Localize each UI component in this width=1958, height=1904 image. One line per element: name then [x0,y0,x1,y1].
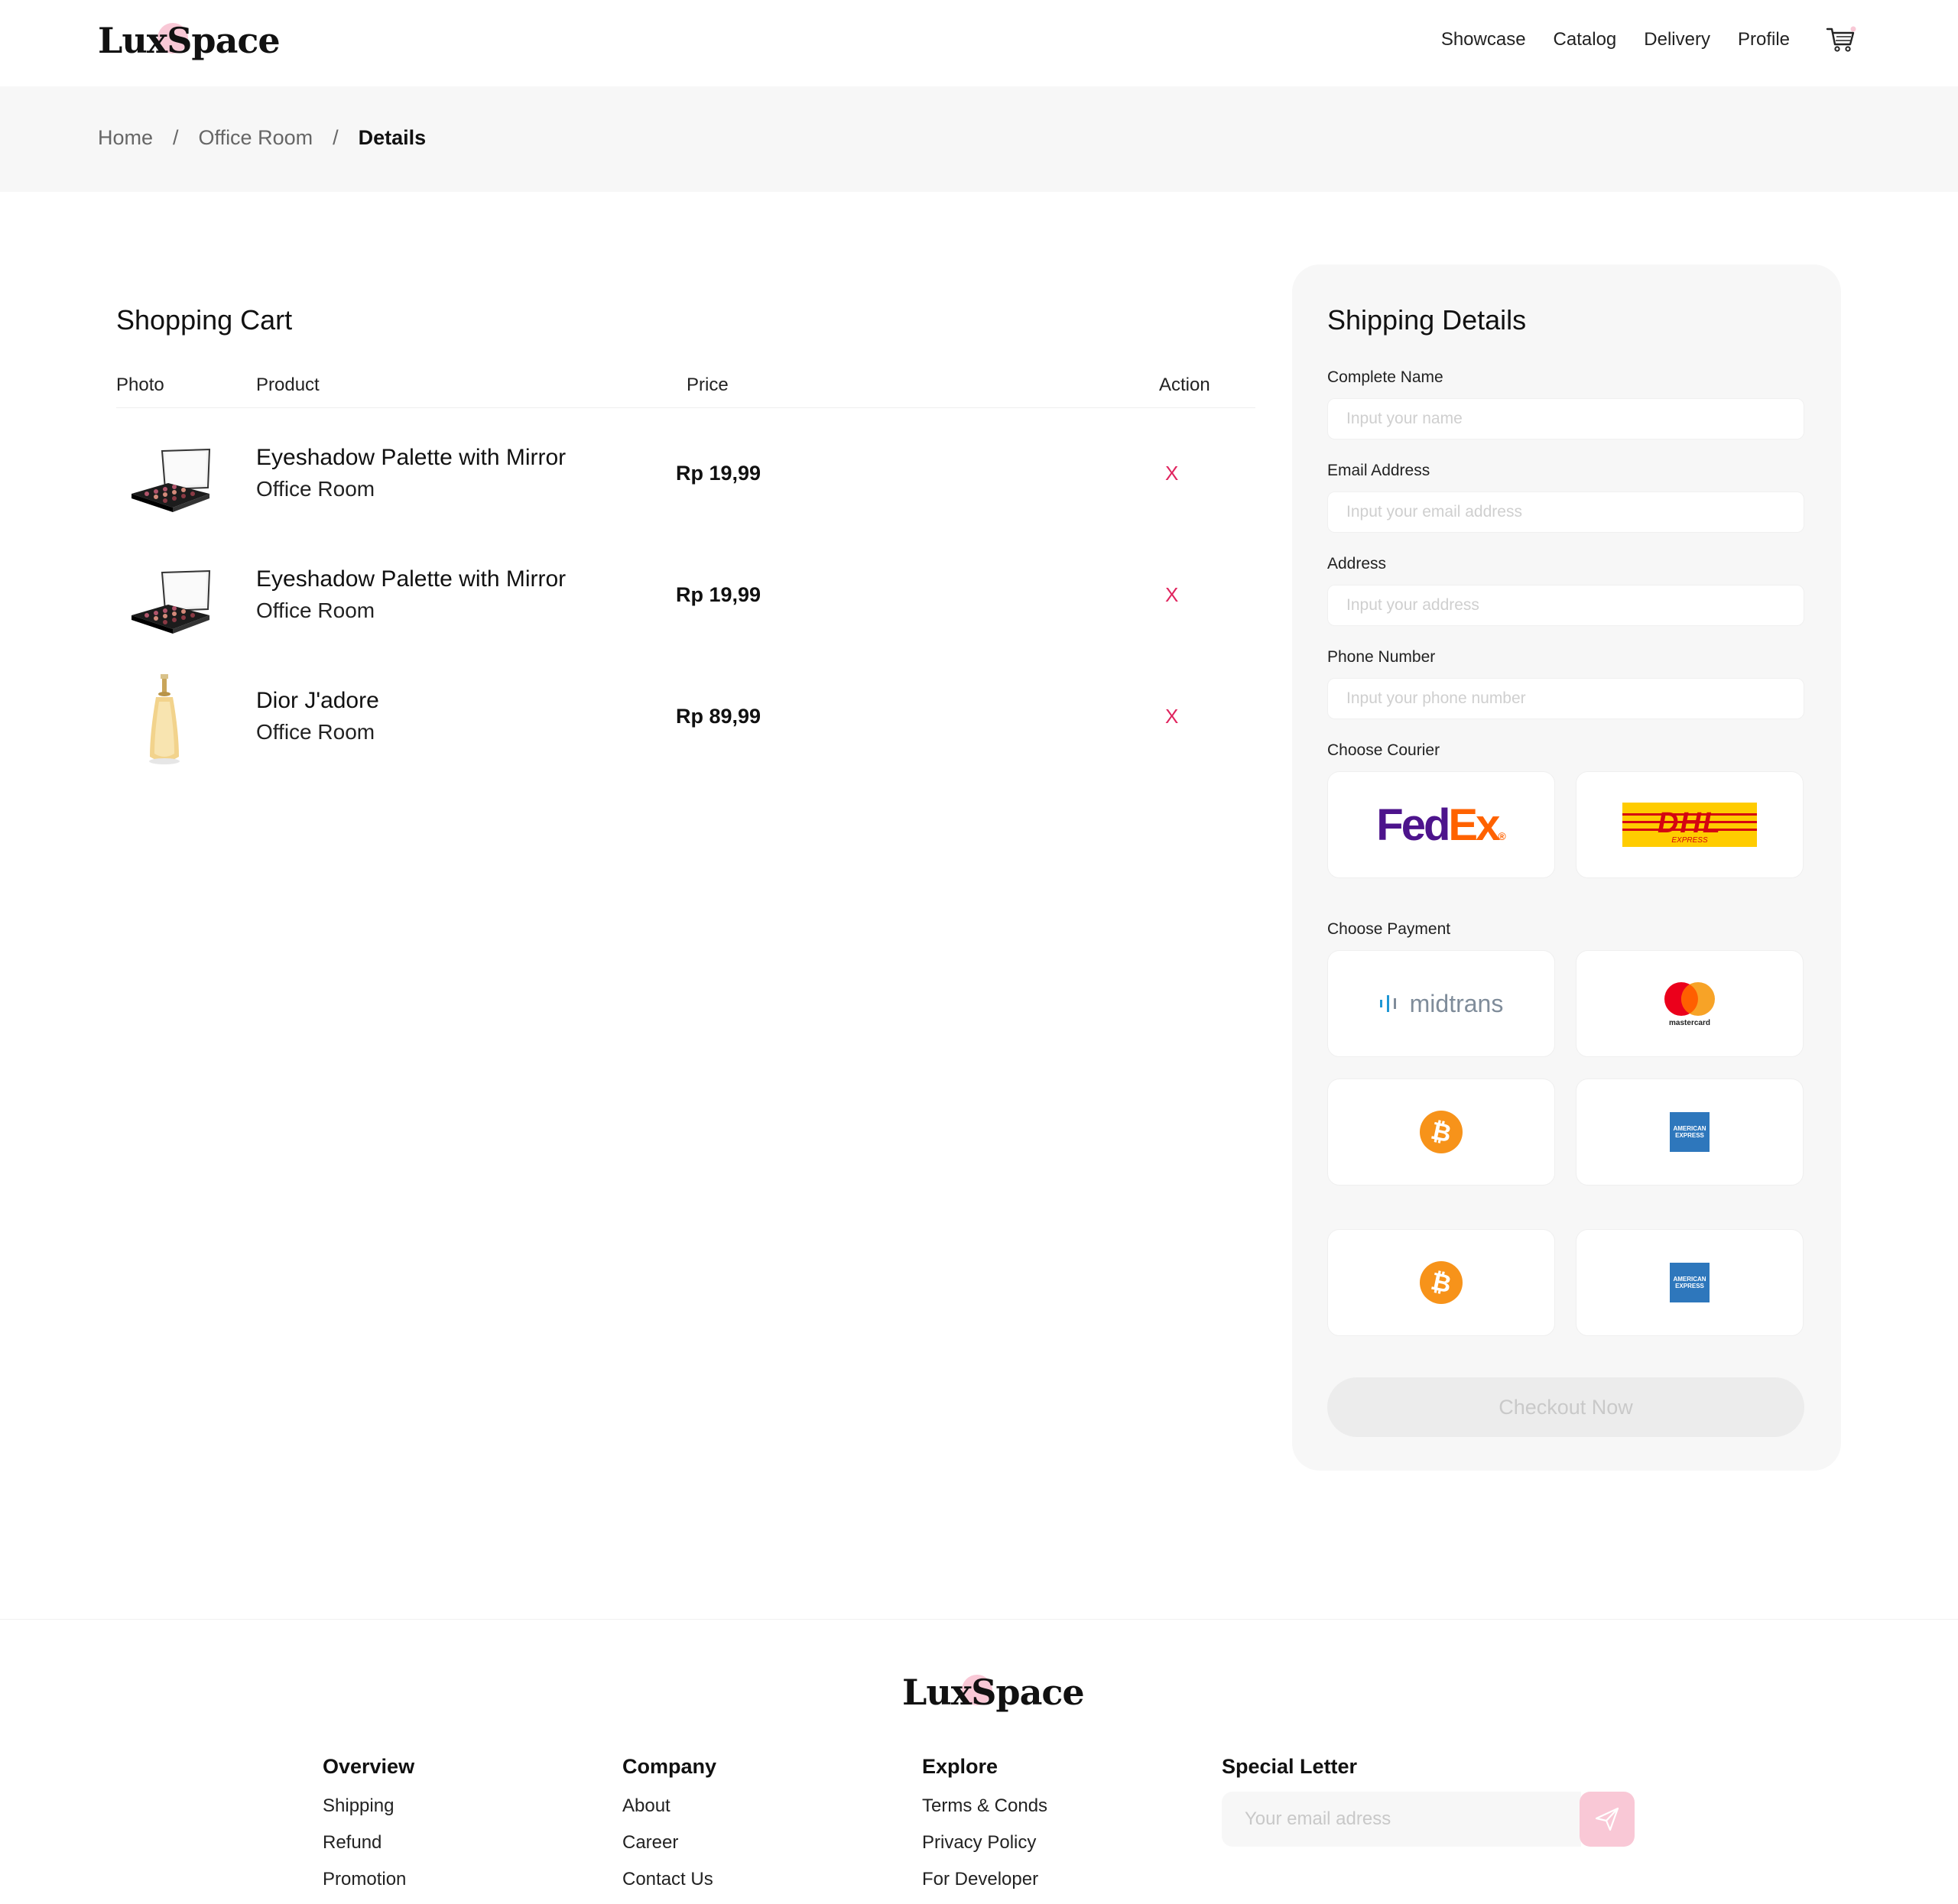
footer-link-terms[interactable]: Terms & Conds [922,1795,1047,1817]
fedex-logo-icon: FedEx® [1376,800,1506,850]
bitcoin-icon: ₿ [1420,1111,1463,1153]
name-field[interactable] [1327,398,1804,440]
payment-option-amex[interactable]: AMERICAN EXPRESS [1576,1079,1804,1186]
product-category: Office Room [256,720,375,744]
remove-item-button[interactable]: X [1165,705,1178,728]
name-label: Complete Name [1327,368,1443,386]
table-row: Dior J'adore Office Room Rp 89,99 X [116,671,1255,770]
newsletter-form [1222,1792,1636,1847]
brand-logo[interactable]: LuxSpace [98,20,281,61]
newsletter-title: Special Letter [1222,1755,1358,1778]
product-name[interactable]: Dior J'adore [256,688,379,714]
product-price: Rp 89,99 [676,705,761,728]
bitcoin-icon: ₿ [1420,1261,1463,1304]
column-photo: Photo [116,375,164,395]
product-name[interactable]: Eyeshadow Palette with Mirror [256,445,566,471]
email-field[interactable] [1327,491,1804,533]
amex-logo-icon: AMERICAN EXPRESS [1670,1112,1710,1152]
footer-column-title: Explore [922,1755,998,1778]
dhl-logo-icon: DHL EXPRESS [1622,803,1757,847]
address-label: Address [1327,555,1387,572]
courier-label: Choose Courier [1327,741,1440,759]
footer-logo[interactable]: LuxSpace [902,1672,1085,1713]
amex-logo-icon: AMERICAN EXPRESS [1670,1263,1710,1302]
midtrans-logo-icon: midtrans [1379,990,1503,1018]
phone-label: Phone Number [1327,648,1436,666]
send-icon [1595,1807,1619,1831]
newsletter-email-input[interactable] [1222,1792,1581,1847]
payment-option-mastercard[interactable]: mastercard [1576,950,1804,1057]
breadcrumb-home[interactable]: Home [98,126,153,150]
product-price: Rp 19,99 [676,462,761,485]
column-product: Product [256,375,320,395]
product-name[interactable]: Eyeshadow Palette with Mirror [256,566,566,592]
footer-column-title: Overview [323,1755,415,1778]
breadcrumb-bar: Home / Office Room / Details [0,86,1958,192]
eyeshadow-palette-image [132,448,211,512]
footer-link-promotion[interactable]: Promotion [323,1869,414,1890]
footer-link-developer[interactable]: For Developer [922,1869,1047,1890]
cart-title: Shopping Cart [116,304,293,336]
footer-link-about[interactable]: About [622,1795,716,1817]
shipping-title: Shipping Details [1327,304,1527,336]
footer-column-overview: Overview Shipping Refund Promotion [323,1755,414,1904]
eyeshadow-palette-image [132,569,211,634]
checkout-button[interactable]: Checkout Now [1327,1377,1804,1437]
product-category: Office Room [256,598,375,622]
payment-option-bitcoin[interactable]: ₿ [1327,1079,1555,1186]
nav-showcase[interactable]: Showcase [1441,29,1526,50]
payment-option-amex[interactable]: AMERICAN EXPRESS [1576,1229,1804,1336]
breadcrumb-current: Details [358,126,427,149]
column-action: Action [1159,375,1210,395]
nav-profile[interactable]: Profile [1738,29,1790,50]
newsletter-submit-button[interactable] [1580,1792,1635,1847]
footer-column-newsletter: Special Letter [1222,1755,1357,1795]
column-price: Price [687,375,729,395]
address-field[interactable] [1327,585,1804,626]
footer-column-company: Company About Career Contact Us [622,1755,716,1904]
perfume-bottle-image [149,674,180,764]
footer-column-explore: Explore Terms & Conds Privacy Policy For… [922,1755,1047,1904]
table-row: Eyeshadow Palette with Mirror Office Roo… [116,550,1255,649]
footer-column-title: Company [622,1755,717,1778]
main-nav: Showcase Catalog Delivery Profile [1441,29,1790,50]
mastercard-logo-icon: mastercard [1661,981,1719,1027]
cart-icon[interactable] [1826,24,1856,55]
site-header: LuxSpace Showcase Catalog Delivery Profi… [0,0,1958,86]
product-price: Rp 19,99 [676,583,761,606]
payment-option-bitcoin[interactable]: ₿ [1327,1229,1555,1336]
footer-link-privacy[interactable]: Privacy Policy [922,1832,1047,1854]
table-row: Eyeshadow Palette with Mirror Office Roo… [116,428,1255,527]
cart-table-header: Photo Product Price Action [116,375,1255,408]
breadcrumb-separator: / [173,126,179,149]
nav-catalog[interactable]: Catalog [1554,29,1617,50]
breadcrumb-separator: / [333,126,339,149]
footer-link-career[interactable]: Career [622,1832,716,1854]
phone-field[interactable] [1327,678,1804,719]
courier-option-fedex[interactable]: FedEx® [1327,771,1555,878]
payment-label: Choose Payment [1327,920,1451,938]
breadcrumb: Home / Office Room / Details [98,126,426,150]
payment-option-midtrans[interactable]: midtrans [1327,950,1555,1057]
remove-item-button[interactable]: X [1165,462,1178,485]
remove-item-button[interactable]: X [1165,583,1178,607]
shipping-panel: Shipping Details Complete Name Email Add… [1292,264,1841,1471]
nav-delivery[interactable]: Delivery [1644,29,1710,50]
footer-divider [0,1619,1958,1620]
email-label: Email Address [1327,462,1430,479]
breadcrumb-office-room[interactable]: Office Room [199,126,313,150]
footer-link-refund[interactable]: Refund [323,1832,414,1854]
footer-link-contact[interactable]: Contact Us [622,1869,716,1890]
product-category: Office Room [256,477,375,501]
courier-option-dhl[interactable]: DHL EXPRESS [1576,771,1804,878]
footer-link-shipping[interactable]: Shipping [323,1795,414,1817]
